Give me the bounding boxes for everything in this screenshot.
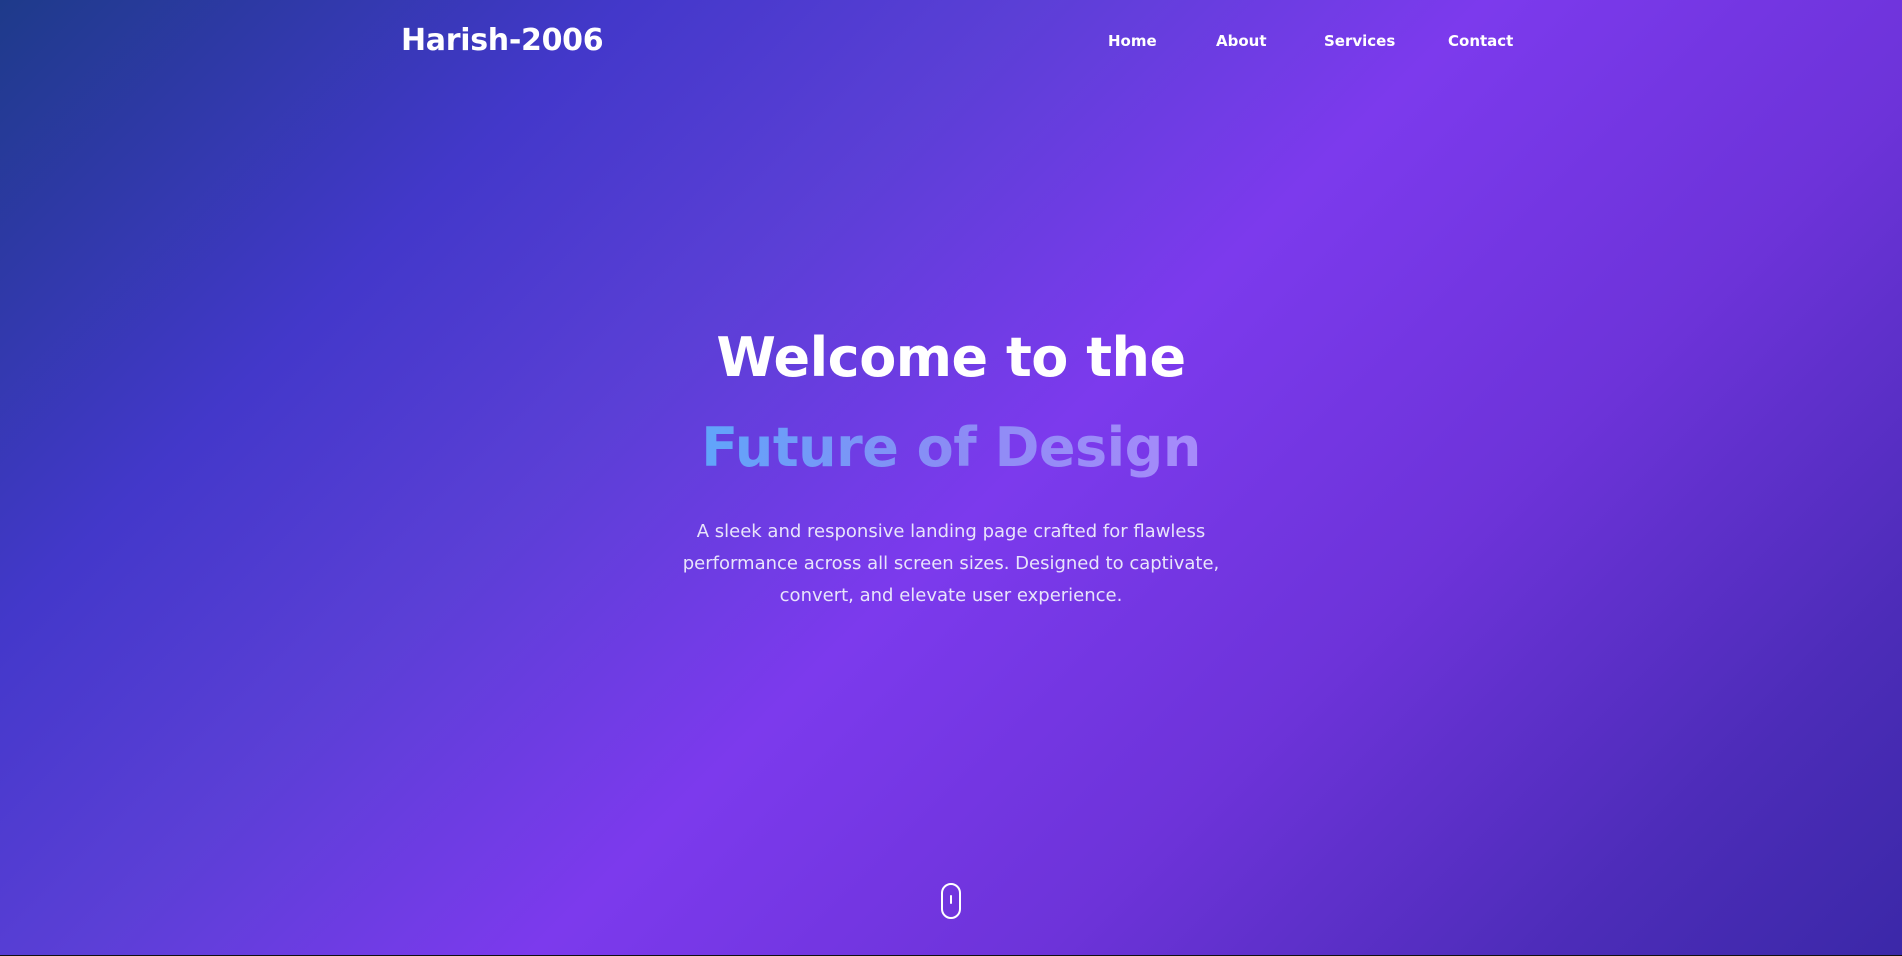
nav-link-contact[interactable]: Contact — [1448, 30, 1513, 52]
hero-title: Welcome to the — [716, 326, 1186, 389]
main-nav: Home About Services Contact — [0, 30, 1902, 52]
hero-title-accent: Future of Design — [0, 413, 1902, 483]
hero-section: Harish-2006 Home About Services Contact … — [0, 0, 1902, 955]
nav-link-home[interactable]: Home — [1108, 30, 1157, 52]
scroll-wheel-dot — [950, 895, 952, 904]
hero-title-accent-text: Future of Design — [701, 416, 1201, 479]
nav-link-about[interactable]: About — [1216, 30, 1267, 52]
hero-description: A sleek and responsive landing page craf… — [682, 521, 1220, 606]
mouse-scroll-icon[interactable] — [941, 883, 961, 919]
nav-link-services[interactable]: Services — [1324, 30, 1395, 52]
